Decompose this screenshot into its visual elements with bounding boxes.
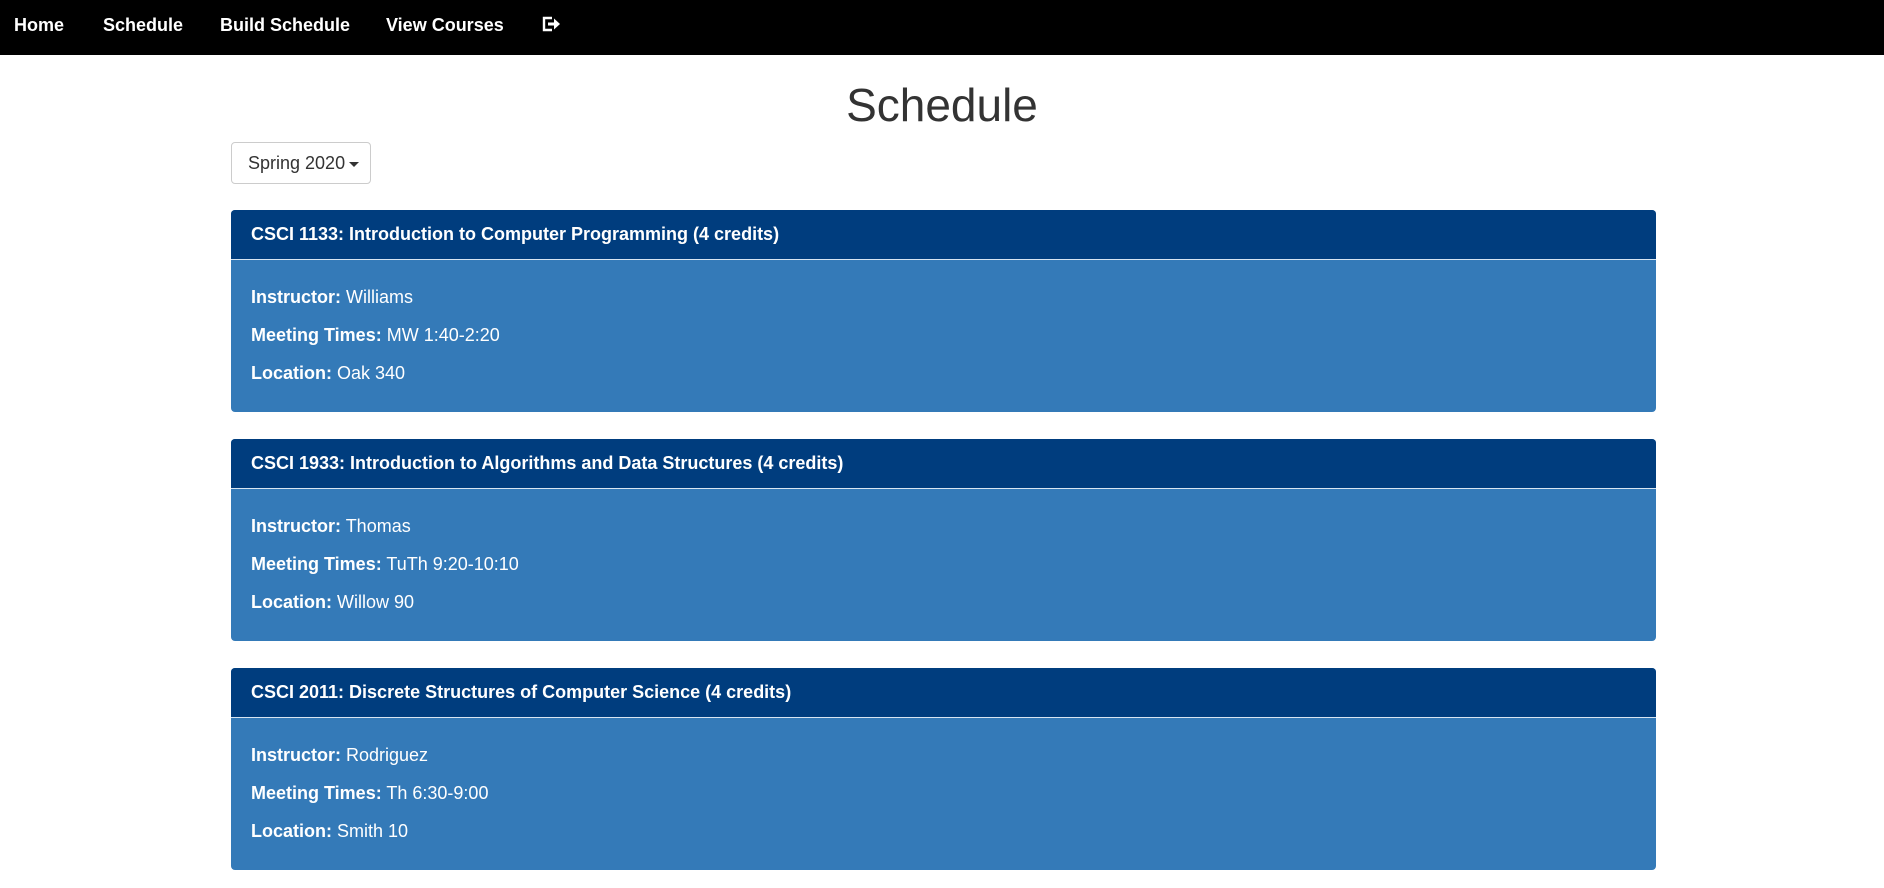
location-value: Willow 90: [337, 592, 415, 612]
course-title: CSCI 1933: Introduction to Algorithms an…: [231, 439, 1656, 489]
location-label: Location:: [251, 592, 332, 612]
term-select-dropdown[interactable]: Spring 2020: [231, 142, 371, 184]
location-value: Smith 10: [337, 821, 409, 841]
caret-down-icon: [349, 161, 360, 167]
logout-icon[interactable]: [541, 14, 561, 34]
location-label: Location:: [251, 363, 332, 383]
instructor-row: Instructor: Williams: [251, 278, 1636, 316]
location-value: Oak 340: [337, 363, 406, 383]
instructor-row: Instructor: Thomas: [251, 507, 1636, 545]
meeting-times-label: Meeting Times:: [251, 554, 382, 574]
meeting-times-row: Meeting Times: Th 6:30-9:00: [251, 774, 1636, 812]
nav-build-schedule[interactable]: Build Schedule: [220, 0, 350, 50]
course-title: CSCI 2011: Discrete Structures of Comput…: [231, 668, 1656, 718]
location-label: Location:: [251, 821, 332, 841]
location-row: Location: Oak 340: [251, 354, 1636, 392]
meeting-times-value: TuTh 9:20-10:10: [386, 554, 519, 574]
instructor-value: Thomas: [345, 516, 411, 536]
meeting-times-label: Meeting Times:: [251, 783, 382, 803]
instructor-label: Instructor:: [251, 287, 341, 307]
course-panel[interactable]: CSCI 1133: Introduction to Computer Prog…: [231, 210, 1656, 412]
course-details: Instructor: Rodriguez Meeting Times: Th …: [231, 718, 1656, 850]
course-details: Instructor: Thomas Meeting Times: TuTh 9…: [231, 489, 1656, 621]
nav-home[interactable]: Home: [14, 0, 64, 50]
course-title: CSCI 1133: Introduction to Computer Prog…: [231, 210, 1656, 260]
meeting-times-value: MW 1:40-2:20: [386, 325, 500, 345]
nav-view-courses[interactable]: View Courses: [386, 0, 504, 50]
meeting-times-row: Meeting Times: MW 1:40-2:20: [251, 316, 1636, 354]
top-navbar: Home Schedule Build Schedule View Course…: [0, 0, 1884, 55]
meeting-times-label: Meeting Times:: [251, 325, 382, 345]
instructor-value: Rodriguez: [346, 745, 429, 765]
instructor-label: Instructor:: [251, 745, 341, 765]
location-row: Location: Smith 10: [251, 812, 1636, 850]
course-panel[interactable]: CSCI 1933: Introduction to Algorithms an…: [231, 439, 1656, 641]
page-title: Schedule: [846, 79, 1038, 131]
meeting-times-row: Meeting Times: TuTh 9:20-10:10: [251, 545, 1636, 583]
instructor-label: Instructor:: [251, 516, 341, 536]
meeting-times-value: Th 6:30-9:00: [386, 783, 489, 803]
instructor-row: Instructor: Rodriguez: [251, 736, 1636, 774]
instructor-value: Williams: [346, 287, 414, 307]
course-details: Instructor: Williams Meeting Times: MW 1…: [231, 260, 1656, 392]
course-panel[interactable]: CSCI 2011: Discrete Structures of Comput…: [231, 668, 1656, 870]
location-row: Location: Willow 90: [251, 583, 1636, 621]
term-select-value: Spring 2020: [248, 153, 346, 173]
nav-schedule[interactable]: Schedule: [103, 0, 183, 50]
